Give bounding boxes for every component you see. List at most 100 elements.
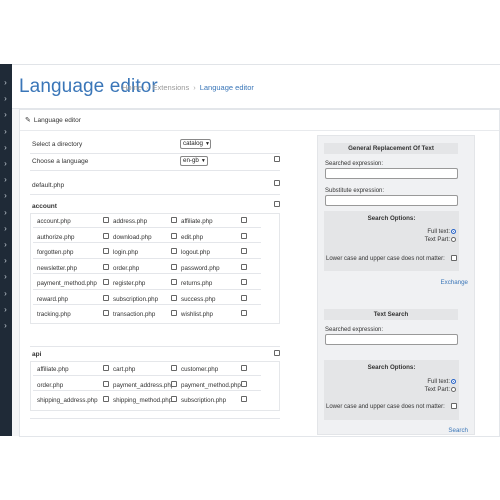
group-checkbox-api[interactable] — [274, 350, 280, 356]
file-checkbox[interactable] — [241, 380, 247, 387]
substitute-input[interactable] — [325, 195, 458, 206]
file-checkbox[interactable] — [241, 263, 247, 270]
chevron-right-icon[interactable]: › — [1, 208, 10, 217]
file-checkbox[interactable] — [103, 396, 109, 402]
row-divider — [33, 288, 261, 290]
file-checkbox[interactable] — [241, 310, 247, 316]
file-checkbox[interactable] — [171, 217, 177, 223]
chevron-right-icon[interactable]: › — [1, 224, 10, 233]
file-checkbox[interactable] — [103, 263, 109, 270]
replace-full-text-option[interactable]: Full text: — [427, 229, 456, 235]
row-divider — [33, 390, 261, 391]
file-label: shipping_method.php — [113, 397, 173, 404]
chevron-right-icon[interactable]: › — [1, 143, 10, 152]
chevron-right-icon[interactable]: › — [1, 256, 10, 265]
search-full-text-radio[interactable] — [451, 379, 456, 384]
search-full-text-option[interactable]: Full text: — [427, 379, 456, 385]
file-checkbox[interactable] — [171, 248, 177, 254]
directory-select[interactable]: catalog ▼ — [180, 139, 211, 149]
file-checkbox[interactable] — [171, 310, 177, 316]
file-checkbox[interactable] — [103, 232, 109, 239]
replace-text-part-label: Text Part: — [424, 237, 450, 244]
file-checkbox[interactable] — [171, 365, 177, 371]
file-checkbox[interactable] — [103, 365, 109, 371]
file-label: shipping_address.php — [37, 397, 98, 404]
row-divider — [33, 273, 261, 274]
chevron-right-icon[interactable]: › — [1, 272, 10, 281]
chevron-right-icon[interactable]: › — [1, 289, 10, 298]
replace-options-box: Search Options: Full text: Text Part: Lo… — [324, 211, 459, 271]
replace-full-text-radio[interactable] — [451, 229, 456, 234]
exchange-button[interactable]: Exchange — [440, 279, 468, 286]
language-select[interactable]: en-gb ▼ — [180, 156, 208, 166]
file-checkbox[interactable] — [241, 248, 247, 254]
file-checkbox[interactable] — [103, 279, 109, 285]
replace-full-text-label: Full text: — [427, 229, 450, 236]
file-checkbox[interactable] — [171, 279, 177, 285]
search-options-box: Search Options: Full text: Text Part: Lo… — [324, 360, 459, 420]
file-checkbox[interactable] — [241, 217, 247, 223]
search-case-checkbox[interactable] — [451, 403, 457, 409]
file-label: account.php — [37, 218, 71, 225]
replace-text-part-option[interactable]: Text Part: — [425, 237, 456, 243]
group-title-api: api — [32, 351, 42, 358]
default-file-checkbox[interactable] — [274, 180, 280, 186]
file-checkbox[interactable] — [241, 294, 247, 301]
file-label: wishlist.php — [181, 311, 213, 318]
breadcrumb-extensions[interactable]: Extensions — [153, 83, 190, 92]
replace-searched-input[interactable] — [325, 168, 458, 179]
file-checkbox[interactable] — [241, 365, 247, 371]
breadcrumb-current[interactable]: Language editor — [200, 83, 254, 92]
chevron-right-icon[interactable]: › — [1, 127, 10, 136]
file-checkbox[interactable] — [171, 232, 177, 239]
row-divider — [33, 226, 261, 228]
file-checkbox[interactable] — [103, 294, 109, 301]
file-checkbox[interactable] — [241, 232, 247, 239]
replace-case-label: Lower case and upper case does not matte… — [326, 256, 445, 262]
replace-options-title: Search Options: — [367, 215, 416, 222]
chevron-right-icon[interactable]: › — [1, 110, 10, 119]
file-checkbox[interactable] — [103, 380, 109, 387]
file-checkbox[interactable] — [241, 279, 247, 285]
file-label: order.php — [37, 381, 64, 389]
search-button[interactable]: Search — [448, 427, 468, 434]
file-checkbox[interactable] — [103, 248, 109, 254]
chevron-right-icon[interactable]: › — [1, 78, 10, 87]
divider — [30, 346, 280, 347]
chevron-right-icon[interactable]: › — [1, 191, 10, 200]
replace-case-checkbox[interactable] — [451, 255, 457, 261]
file-label: subscription.php — [113, 295, 159, 303]
file-label: customer.php — [181, 366, 219, 373]
tools-panel: General Replacement Of Text Searched exp… — [317, 135, 475, 435]
chevron-right-icon[interactable]: › — [1, 159, 10, 168]
file-label: returns.php — [181, 280, 213, 287]
file-checkbox[interactable] — [103, 310, 109, 316]
chevron-right-icon[interactable]: › — [1, 175, 10, 184]
replace-text-part-radio[interactable] — [451, 237, 456, 242]
breadcrumb-home[interactable]: Home — [122, 83, 142, 92]
language-checkbox[interactable] — [274, 156, 280, 162]
search-text-part-option[interactable]: Text Part: — [425, 387, 456, 393]
file-checkbox[interactable] — [171, 263, 177, 270]
chevron-right-icon[interactable]: › — [1, 321, 10, 330]
file-checkbox[interactable] — [241, 396, 247, 402]
file-checkbox[interactable] — [171, 396, 177, 402]
file-label: reward.php — [37, 295, 68, 303]
card-title: Language editor — [33, 117, 81, 124]
page-header: Language editor Home › Extensions › Language… — [12, 65, 500, 109]
search-input[interactable] — [325, 334, 458, 345]
search-searched-label: Searched expression: — [325, 327, 384, 333]
substitute-label: Substitute expression: — [325, 188, 385, 194]
search-panel-title: Text Search — [324, 309, 458, 320]
file-checkbox[interactable] — [171, 380, 177, 387]
row-divider — [33, 374, 261, 376]
divider — [30, 170, 280, 171]
chevron-right-icon[interactable]: › — [1, 240, 10, 249]
chevron-right-icon[interactable]: › — [1, 305, 10, 314]
file-label: login.php — [113, 249, 139, 256]
file-checkbox[interactable] — [103, 217, 109, 223]
file-checkbox[interactable] — [171, 294, 177, 301]
group-checkbox-account[interactable] — [274, 201, 280, 207]
chevron-right-icon[interactable]: › — [1, 94, 10, 103]
search-text-part-radio[interactable] — [451, 387, 456, 392]
